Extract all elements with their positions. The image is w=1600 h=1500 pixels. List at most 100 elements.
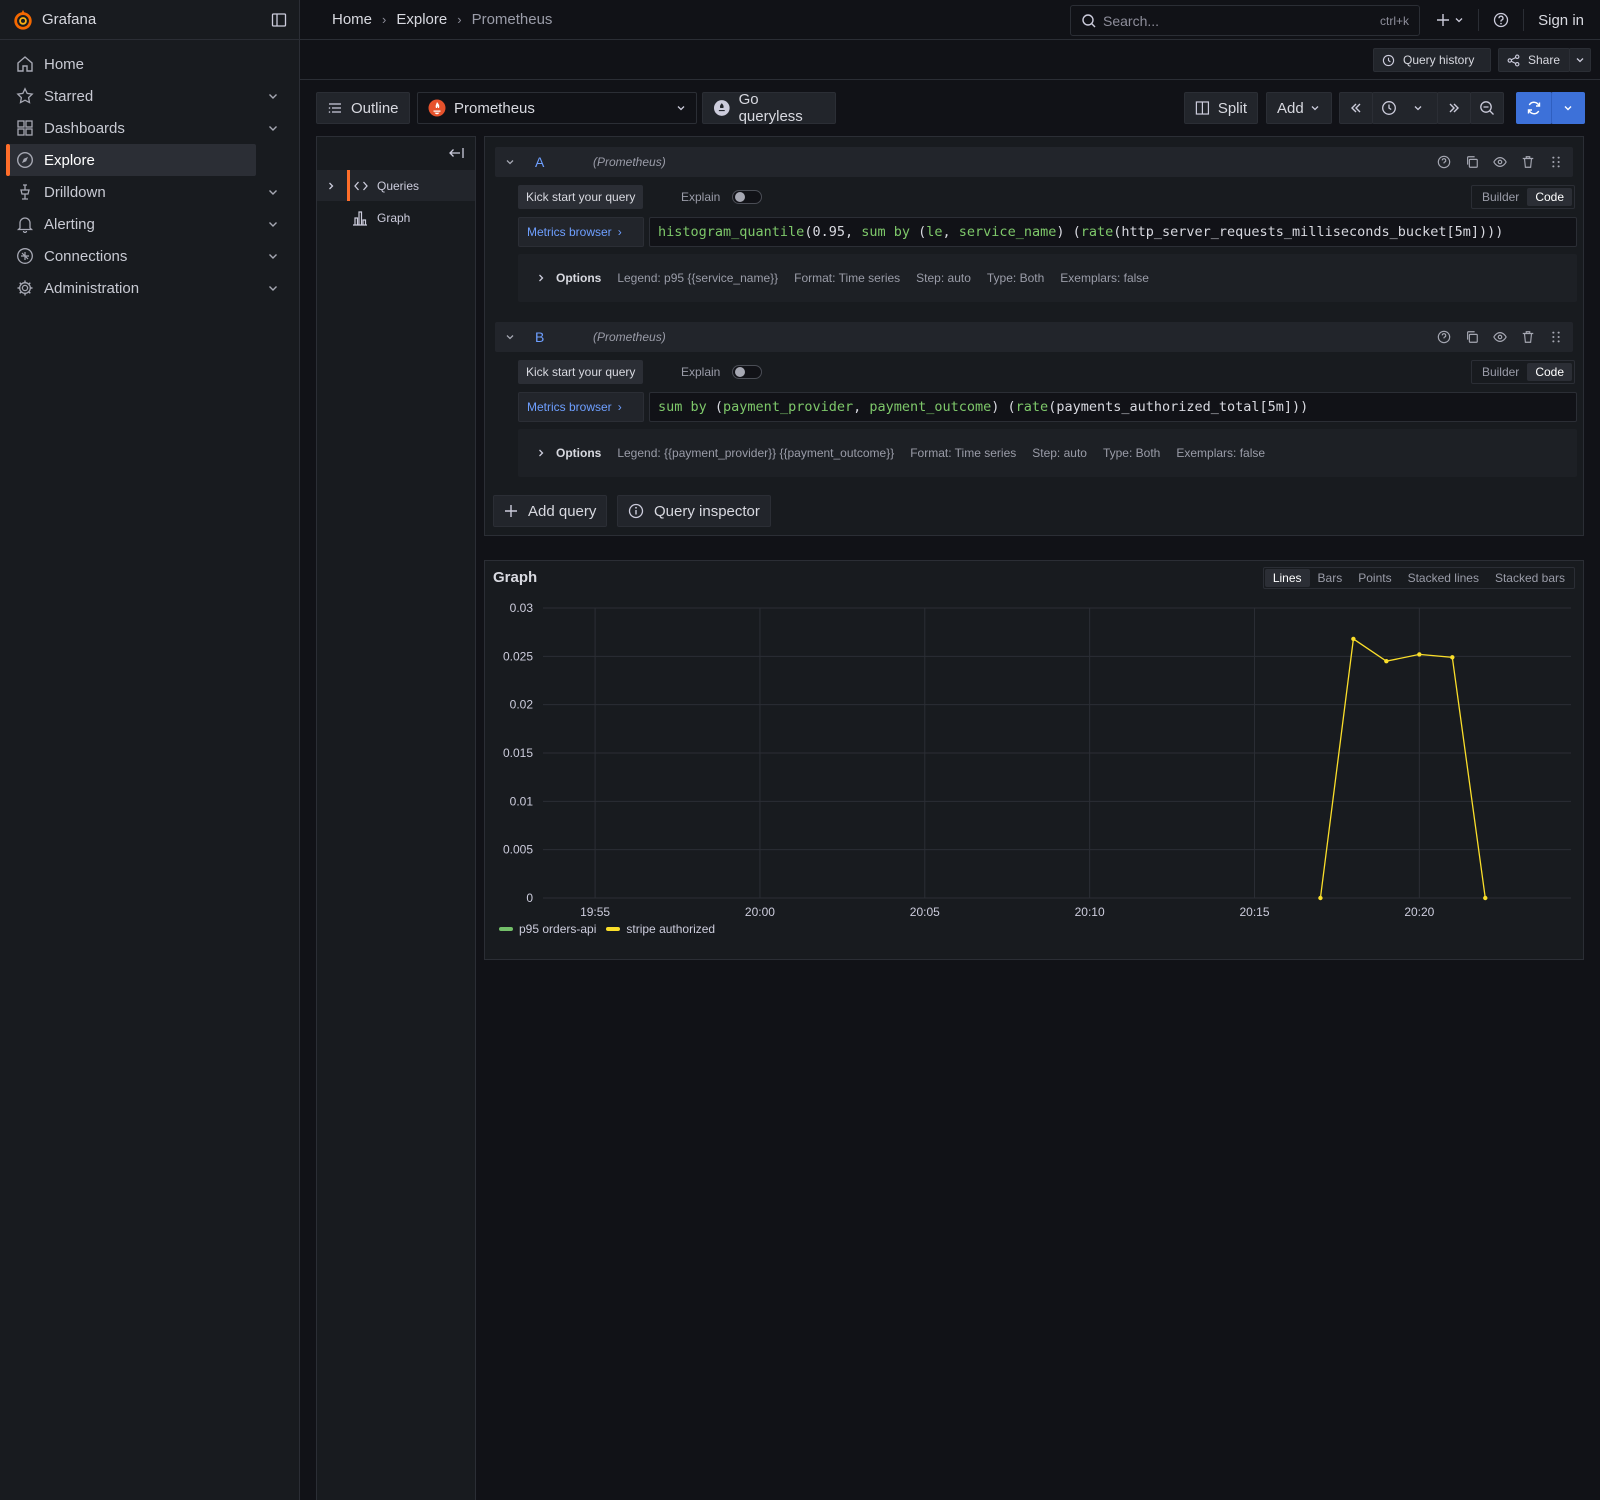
go-queryless-button[interactable]: Go queryless: [702, 91, 836, 125]
query-inspector-button[interactable]: Query inspector: [617, 495, 771, 527]
metrics-browser-button[interactable]: Metrics browser ›: [518, 217, 644, 247]
chevron-down-icon[interactable]: [266, 121, 280, 135]
expr-token: le: [926, 224, 943, 240]
copy-icon[interactable]: [1465, 155, 1479, 169]
datasource-picker[interactable]: Prometheus: [417, 92, 697, 124]
outline-item-graph[interactable]: Graph: [317, 202, 475, 233]
info-circle-icon: [628, 503, 644, 519]
copy-icon[interactable]: [1465, 330, 1479, 344]
refresh-interval-dropdown[interactable]: [1551, 92, 1585, 124]
zoom-out-button[interactable]: [1470, 92, 1504, 124]
sidebar-item-home[interactable]: Home: [8, 48, 256, 80]
chart-legend: p95 orders-api stripe authorized: [499, 922, 715, 936]
clock-icon: [1382, 101, 1396, 115]
metrics-browser-button[interactable]: Metrics browser ›: [518, 392, 644, 422]
query-datasource: (Prometheus): [593, 330, 666, 344]
drag-handle-icon[interactable]: [1549, 155, 1563, 169]
sign-in-link[interactable]: Sign in: [1538, 12, 1584, 29]
code-mode-button[interactable]: Code: [1527, 363, 1572, 381]
sidebar-item-dashboards[interactable]: Dashboards: [8, 112, 277, 144]
help-icon[interactable]: [1437, 330, 1451, 344]
sidebar-item-starred[interactable]: Starred: [8, 80, 277, 112]
eye-icon[interactable]: [1493, 330, 1507, 344]
sidebar-item-label: Starred: [44, 87, 94, 105]
legend-swatch: [499, 927, 513, 931]
y-tick-label: 0.03: [510, 601, 534, 615]
kick-start-button[interactable]: Kick start your query: [518, 360, 644, 384]
sidebar-item-alerting[interactable]: Alerting: [8, 208, 277, 240]
help-icon[interactable]: [1437, 155, 1451, 169]
explain-toggle[interactable]: [732, 365, 763, 379]
drag-handle-icon[interactable]: [1549, 330, 1563, 344]
new-menu-button[interactable]: [1436, 13, 1464, 27]
legend-item[interactable]: p95 orders-api: [499, 922, 596, 936]
explain-toggle[interactable]: [732, 190, 763, 204]
chevron-down-icon[interactable]: [505, 157, 515, 167]
query-options[interactable]: Options Legend: p95 {{service_name}} For…: [518, 254, 1577, 302]
time-back-button[interactable]: [1339, 92, 1373, 124]
sidebar-item-label: Connections: [44, 247, 128, 265]
refresh-button[interactable]: [1516, 92, 1552, 124]
chevron-down-icon[interactable]: [266, 217, 280, 231]
split-button[interactable]: Split: [1184, 92, 1258, 124]
divider: [1478, 9, 1480, 31]
x-tick-label: 20:10: [1075, 905, 1105, 919]
x-tick-label: 19:55: [580, 905, 610, 919]
chevron-right-icon: ›: [617, 400, 622, 414]
chevron-down-icon[interactable]: [266, 185, 280, 199]
query-letter[interactable]: B: [535, 329, 544, 345]
builder-mode-button[interactable]: Builder: [1474, 188, 1527, 206]
expr-token: ,: [853, 399, 870, 415]
datasource-label: Prometheus: [454, 99, 535, 117]
metrics-browser-label: Metrics browser: [527, 400, 612, 414]
sidebar-item-label: Explore: [44, 151, 95, 169]
time-forward-button[interactable]: [1437, 92, 1471, 124]
eye-icon[interactable]: [1493, 155, 1507, 169]
kick-start-button[interactable]: Kick start your query: [518, 185, 644, 209]
query-options[interactable]: Options Legend: {{payment_provider}} {{p…: [518, 429, 1577, 477]
collapse-outline-icon[interactable]: [447, 145, 465, 161]
breadcrumb-home[interactable]: Home: [332, 11, 372, 28]
chevron-down-icon[interactable]: [266, 249, 280, 263]
chevron-down-icon[interactable]: [505, 332, 515, 342]
query-letter[interactable]: A: [535, 154, 544, 170]
chevron-right-icon: [539, 449, 544, 457]
query-editor[interactable]: sum by (payment_provider, payment_outcom…: [649, 392, 1577, 422]
help-icon[interactable]: [1493, 12, 1509, 28]
sidebar-item-label: Administration: [44, 279, 140, 297]
share-icon: [1507, 54, 1520, 66]
chevron-down-icon: [1414, 106, 1422, 111]
builder-mode-button[interactable]: Builder: [1474, 363, 1527, 381]
sidebar-item-connections[interactable]: Connections: [8, 240, 277, 272]
outline-item-queries[interactable]: Queries: [317, 170, 475, 201]
query-editor[interactable]: histogram_quantile (0.95, sum by (le, ser…: [649, 217, 1577, 247]
breadcrumb-current: Prometheus: [471, 11, 553, 28]
share-dropdown-button[interactable]: [1569, 48, 1591, 72]
query-row-header[interactable]: B (Prometheus): [495, 322, 1573, 352]
sidebar-item-explore[interactable]: Explore: [6, 144, 256, 176]
query-row-header[interactable]: A (Prometheus): [495, 147, 1573, 177]
dock-menu-icon[interactable]: [271, 12, 287, 28]
query-history-button[interactable]: Query history: [1373, 48, 1491, 72]
chevron-down-icon[interactable]: [266, 281, 280, 295]
sidebar-item-drilldown[interactable]: Drilldown: [8, 176, 277, 208]
code-mode-button[interactable]: Code: [1527, 188, 1572, 206]
grafana-logo-icon[interactable]: [12, 9, 34, 31]
chevron-down-icon[interactable]: [266, 89, 280, 103]
add-query-button[interactable]: Add query: [493, 495, 608, 527]
sidebar-item-administration[interactable]: Administration: [8, 272, 277, 304]
legend-item[interactable]: stripe authorized: [606, 922, 715, 936]
code-icon: [354, 181, 368, 190]
time-picker-button[interactable]: [1372, 92, 1438, 124]
explain-label: Explain: [681, 365, 721, 379]
trash-icon[interactable]: [1521, 155, 1535, 169]
outline-button[interactable]: Outline: [316, 92, 410, 124]
share-button[interactable]: Share: [1498, 48, 1570, 72]
add-menu-button[interactable]: Add: [1266, 92, 1332, 124]
chevron-right-icon[interactable]: [326, 181, 336, 191]
trash-icon[interactable]: [1521, 330, 1535, 344]
split-label: Split: [1217, 99, 1247, 117]
search-input[interactable]: Search... ctrl+k: [1070, 5, 1420, 36]
breadcrumb-explore[interactable]: Explore: [396, 11, 447, 28]
time-series-chart[interactable]: 0 0.005 0.01 0.015 0.02 0.025 0.03 19:55 20:00 20…: [485, 561, 1583, 921]
